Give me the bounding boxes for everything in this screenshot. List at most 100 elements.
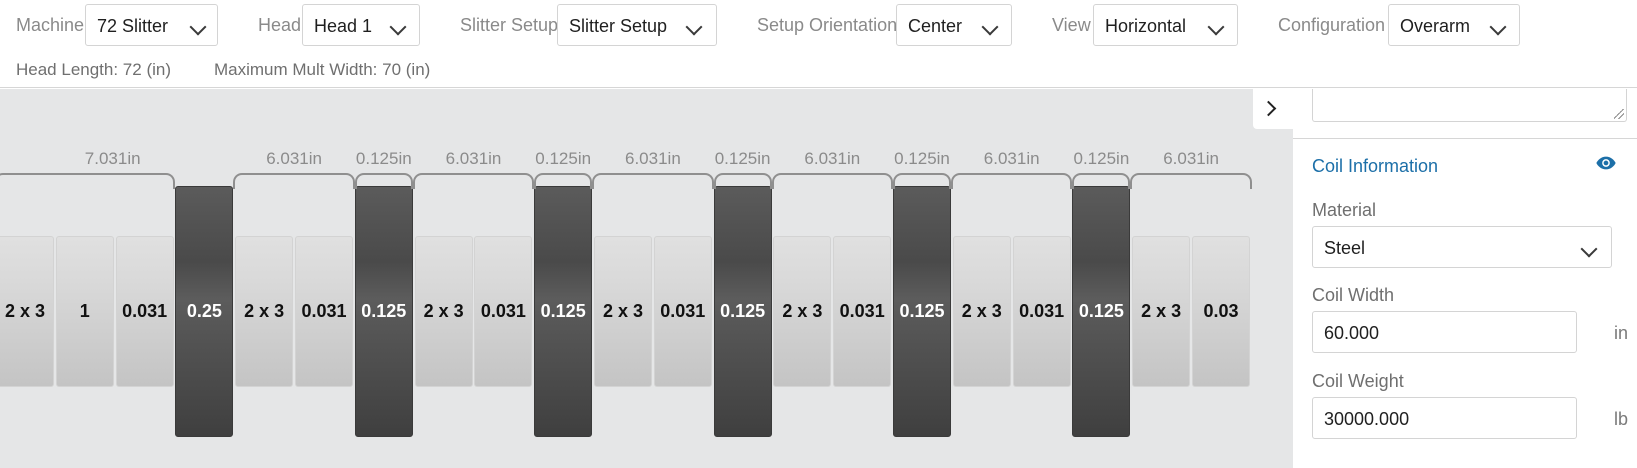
machine-select[interactable]: 72 Slitter [85,4,218,46]
knife-label: 2 x 3 [423,301,464,321]
spacer-block[interactable]: 2 x 3 [952,236,1011,387]
knife-block[interactable]: 0.125 [713,186,772,437]
panel-divider [1293,138,1637,139]
spacer-block[interactable]: 2 x 3 [235,236,294,387]
chevron-down-icon [981,18,999,36]
material-value: Steel [1324,238,1366,258]
knife-label: 1 [79,301,90,321]
coil-panel: Coil Information Material Steel Coil Wid… [1293,89,1637,468]
chevron-down-icon [189,18,207,36]
slitter-setup-value: Slitter Setup [569,16,668,36]
knife-label: 0.031 [122,301,168,321]
coil-width-input[interactable]: 60.000 [1312,311,1577,353]
knife-block[interactable]: 0.125 [1072,186,1131,437]
dimension-bracket [0,173,176,189]
knife-label: 0.125 [540,301,586,321]
knife-block[interactable]: 0.25 [175,186,234,437]
knife-label: 0.125 [899,301,945,321]
material-select[interactable]: Steel [1312,226,1612,268]
material-label: Material [1312,200,1377,220]
spacer-block[interactable]: 0.03 [1192,236,1250,387]
eye-icon[interactable] [1595,152,1617,174]
knife-block[interactable]: 0.125 [534,186,593,437]
configuration-select[interactable]: Overarm [1388,4,1520,46]
spacer-block[interactable]: 2 x 3 [773,236,832,387]
dimension-label: 6.031in [1163,149,1219,168]
chevron-down-icon [1207,18,1225,36]
knife-label: 2 x 3 [244,301,285,321]
dimension-bracket [771,173,893,189]
knife-label: 2 x 3 [782,301,823,321]
knife-label: 2 x 3 [602,301,644,321]
knife-label: 0.125 [1078,301,1124,321]
spacer-block[interactable]: 2 x 3 [1132,236,1191,387]
knife-label: 0.031 [839,301,885,321]
dimension-bracket [1072,173,1131,189]
configuration-label: Configuration [1278,15,1386,35]
spacer-block[interactable]: 0.031 [474,236,533,387]
knife-label: 2 x 3 [961,301,1002,321]
view-value: Horizontal [1105,16,1187,36]
coil-width-label: Coil Width [1312,285,1395,305]
coil-weight-unit: lb [1614,409,1629,429]
dimension-bracket [412,173,535,189]
head-label: Head [258,15,302,35]
knife-label: 2 x 3 [4,301,46,321]
dimension-label: 7.031in [84,149,141,168]
spacer-block[interactable]: 2 x 3 [414,236,473,387]
machine-value: 72 Slitter [97,16,169,36]
spacer-block[interactable]: 2 x 3 [0,236,54,387]
spacer-block[interactable]: 0.031 [653,236,712,387]
head-value: Head 1 [314,16,373,36]
spacer-block[interactable]: 1 [55,236,114,387]
dimension-bracket [893,173,951,189]
dimension-bracket [951,173,1073,189]
dimension-bracket [1130,173,1252,189]
view-select[interactable]: Horizontal [1093,4,1238,46]
head-length-info: Head Length: 72 (in) [16,60,171,79]
dimension-bracket [592,173,714,189]
toolbar: Machine 72 Slitter Head Head 1 Slitter S… [0,0,1637,88]
spacer-block[interactable]: 0.031 [115,236,174,387]
spacer-block[interactable]: 0.031 [833,236,892,387]
coil-weight-label: Coil Weight [1312,371,1404,391]
chevron-down-icon [389,18,407,36]
knife-label: 0.125 [361,301,407,321]
coil-weight-value: 30000.000 [1324,409,1410,429]
knife-label: 0.031 [660,301,706,321]
configuration-value: Overarm [1400,16,1471,36]
view-label: View [1052,15,1091,35]
slitter-setup-canvas[interactable]: 2 x 3 1 0.031 0.25 2 x 3 0.031 0.125 2 x 3 0.031… [0,89,1293,468]
knife-label: 0.25 [186,301,222,321]
notes-textarea[interactable] [1312,89,1627,122]
knife-block[interactable]: 0.125 [893,186,951,437]
spacer-block[interactable]: 2 x 3 [594,236,652,387]
head-select[interactable]: Head 1 [302,4,420,46]
chevron-down-icon [1489,18,1507,36]
dimension-bracket [354,173,413,189]
max-mult-width-info: Maximum Mult Width: 70 (in) [214,60,431,79]
coil-weight-input[interactable]: 30000.000 [1312,397,1577,439]
chevron-right-icon [1260,100,1277,117]
spacer-block[interactable]: 0.031 [295,236,353,387]
setup-orientation-value: Center [908,16,963,36]
chevron-down-icon [685,18,703,36]
coil-width-unit: in [1614,323,1629,343]
knife-label: 2 x 3 [1141,301,1182,321]
knife-label: 0.031 [1019,301,1065,321]
knife-label: 0.031 [301,301,347,321]
knife-label: 0.03 [1203,301,1239,321]
slitter-setup-label: Slitter Setup [460,15,559,35]
knife-block[interactable]: 0.125 [354,186,413,437]
collapse-panel-button[interactable] [1253,89,1293,129]
slitter-setup-select[interactable]: Slitter Setup [557,4,717,46]
coil-information-title[interactable]: Coil Information [1312,155,1438,177]
resize-handle-icon[interactable] [1614,109,1624,119]
setup-orientation-select[interactable]: Center [896,4,1012,46]
dimension-bracket [713,173,772,189]
spacer-block[interactable]: 0.031 [1012,236,1071,387]
machine-label: Machine [16,15,85,35]
coil-width-value: 60.000 [1324,323,1380,343]
knife-label: 0.031 [480,301,526,321]
dimension-bracket [233,173,355,189]
